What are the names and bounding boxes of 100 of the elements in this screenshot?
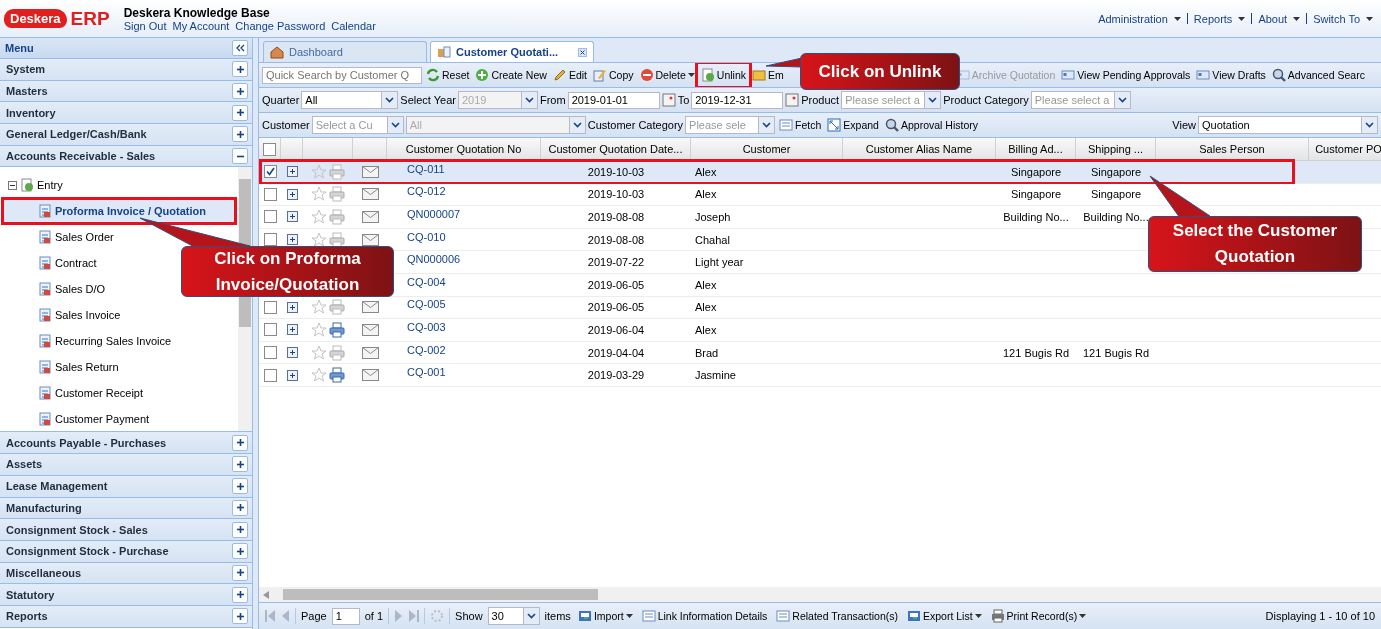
quotation-link[interactable]: CQ-010 (407, 230, 446, 243)
star-icon[interactable] (311, 367, 327, 384)
expand-row-icon[interactable] (286, 324, 298, 336)
menu-section[interactable]: General Ledger/Cash/Bank (0, 124, 252, 146)
toolbar-button[interactable]: Delete (637, 65, 697, 85)
menu-section[interactable]: Lease Management (0, 475, 252, 498)
mail-icon[interactable] (361, 369, 379, 382)
tree-item[interactable]: Sales Invoice (8, 301, 236, 328)
menu-section[interactable]: System (0, 59, 252, 81)
toolbar-button[interactable]: Fetch (777, 115, 824, 135)
menu-section[interactable]: Reports (0, 605, 252, 628)
toolbar-button[interactable]: Create New (473, 65, 549, 85)
star-icon[interactable] (311, 186, 327, 203)
quotation-link[interactable]: CQ-012 (407, 185, 446, 198)
combo-field[interactable]: Quotation (1198, 116, 1378, 134)
star-icon[interactable] (311, 209, 327, 225)
quotation-link[interactable]: CQ-001 (407, 366, 446, 379)
header-menu[interactable]: Reports (1193, 12, 1233, 25)
expand-row-icon[interactable] (286, 347, 298, 359)
quotation-link[interactable]: CQ-003 (407, 320, 446, 333)
checkbox[interactable] (263, 368, 277, 382)
printer-icon[interactable] (329, 367, 345, 384)
scrollbar[interactable] (259, 587, 1381, 602)
tree-item[interactable]: Sales Return (8, 353, 236, 380)
star-icon[interactable] (311, 321, 327, 338)
checkbox[interactable] (263, 187, 277, 201)
mail-icon[interactable] (361, 188, 379, 201)
quotation-link[interactable]: CQ-005 (407, 298, 446, 311)
menu-section[interactable]: Inventory (0, 102, 252, 125)
expand-icon[interactable] (232, 456, 248, 473)
collapse-icon[interactable] (232, 148, 248, 165)
tree-item[interactable]: Recurring Sales Invoice (8, 327, 236, 354)
header-menu[interactable]: Switch To (1313, 12, 1360, 25)
checkbox[interactable] (263, 142, 276, 156)
mail-icon[interactable] (361, 165, 379, 178)
tree-item[interactable]: Customer Payment (8, 405, 236, 432)
toolbar-button[interactable]: Export List (905, 606, 984, 626)
checkbox[interactable] (263, 346, 277, 360)
search-field[interactable]: Quick Search by Customer Q (262, 66, 422, 84)
expand-icon[interactable] (232, 586, 248, 603)
toolbar-button[interactable]: Print Record(s) (988, 606, 1089, 626)
toolbar-button[interactable]: Advanced Searc (1269, 65, 1367, 85)
checkbox[interactable] (263, 165, 277, 179)
table-row[interactable]: CQ-012 2019-10-03 Alex Singapore Singapore (259, 183, 1381, 207)
quotation-link[interactable]: CQ-002 (407, 343, 446, 356)
menu-section[interactable]: Assets (0, 454, 252, 476)
checkbox[interactable] (263, 233, 277, 247)
table-row[interactable]: CQ-011 2019-10-03 Alex Singapore Singapore (259, 161, 1381, 184)
menu-section[interactable]: Accounts Receivable - Sales (0, 145, 252, 168)
table-row[interactable]: CQ-001 2019-03-29 Jasmine (259, 364, 1381, 387)
close-icon[interactable] (578, 47, 587, 57)
toolbar-button[interactable]: View Pending Approvals (1059, 65, 1193, 85)
toolbar-button[interactable]: Reset (424, 65, 472, 85)
toolbar-button[interactable]: Copy (591, 65, 636, 85)
page-field[interactable]: 1 (331, 607, 360, 625)
printer-icon[interactable] (329, 231, 345, 248)
expand-row-icon[interactable] (286, 301, 298, 313)
expand-row-icon[interactable] (286, 166, 298, 178)
header-link[interactable]: Change Password (235, 19, 326, 32)
expand-row-icon[interactable] (286, 188, 298, 200)
toolbar-button[interactable]: Link Information Details (639, 606, 770, 626)
toolbar-button[interactable]: Expand (825, 115, 881, 135)
star-icon[interactable] (311, 231, 327, 248)
menu-section[interactable]: Miscellaneous (0, 562, 252, 585)
tree-item[interactable]: Proforma Invoice / Quotation (2, 198, 236, 225)
toolbar-button[interactable]: Em (750, 65, 786, 85)
expand-icon[interactable] (232, 104, 248, 121)
expand-icon[interactable] (232, 543, 248, 560)
expand-icon[interactable] (232, 521, 248, 538)
toolbar-button[interactable]: Unlink (698, 65, 749, 85)
tree-folder[interactable]: Entry (8, 172, 236, 199)
expand-row-icon[interactable] (286, 369, 298, 381)
expand-icon[interactable] (232, 608, 248, 625)
calendar-icon[interactable] (661, 93, 676, 107)
expand-row-icon[interactable] (286, 234, 298, 246)
menu-section[interactable]: Statutory (0, 584, 252, 606)
date-field[interactable]: 2019-12-31 (691, 91, 784, 109)
star-icon[interactable] (311, 344, 327, 361)
mail-icon[interactable] (361, 323, 379, 336)
page-size-combo[interactable]: 30 (487, 607, 540, 625)
collapse-icon[interactable] (232, 40, 248, 56)
quotation-link[interactable]: QN000007 (407, 208, 461, 220)
mail-icon[interactable] (361, 233, 379, 246)
header-link[interactable]: My Account (172, 19, 230, 32)
toolbar-button[interactable]: View Drafts (1194, 65, 1268, 85)
expand-icon[interactable] (232, 564, 248, 581)
expand-row-icon[interactable] (286, 211, 298, 223)
expand-icon[interactable] (232, 61, 248, 78)
expand-icon[interactable] (232, 434, 248, 451)
menu-section[interactable]: Masters (0, 80, 252, 103)
mail-icon[interactable] (361, 346, 379, 359)
toolbar-button[interactable]: Related Transaction(s) (774, 606, 900, 626)
header-link[interactable]: Calendar (331, 19, 376, 32)
menu-section[interactable]: Accounts Payable - Purchases (0, 432, 252, 455)
checkbox[interactable] (263, 323, 277, 337)
table-row[interactable]: CQ-003 2019-06-04 Alex (259, 319, 1381, 342)
quotation-link[interactable]: CQ-011 (407, 162, 445, 175)
calendar-icon[interactable] (785, 93, 800, 107)
column-header[interactable]: Customer PO (1309, 138, 1381, 160)
menu-section[interactable]: Consignment Stock - Sales (0, 519, 252, 541)
